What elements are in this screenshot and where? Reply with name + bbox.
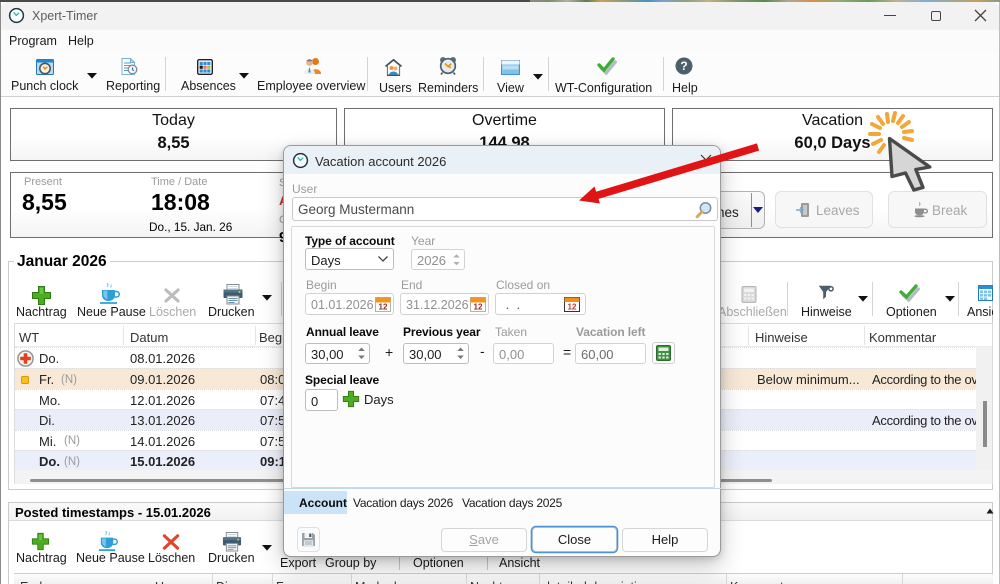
svg-text:?: ? — [680, 59, 687, 73]
svg-text:12: 12 — [379, 302, 388, 311]
svg-text:12: 12 — [568, 302, 577, 311]
svg-text:12: 12 — [474, 302, 483, 311]
